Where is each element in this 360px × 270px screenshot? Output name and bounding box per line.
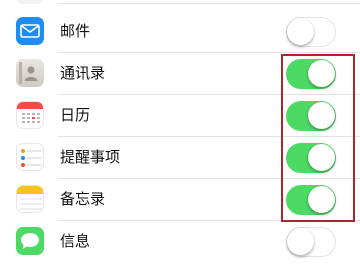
previous-row-partial bbox=[0, 0, 360, 4]
settings-row-messages[interactable]: 信息 bbox=[0, 220, 360, 262]
row-label: 信息 bbox=[60, 232, 91, 250]
calendar-icon bbox=[16, 101, 44, 129]
row-label: 日历 bbox=[60, 106, 91, 124]
reminders-icon bbox=[16, 143, 44, 171]
messages-icon bbox=[16, 227, 44, 255]
divider bbox=[58, 3, 360, 4]
messages-toggle[interactable] bbox=[286, 227, 336, 257]
toggle-knob bbox=[287, 228, 314, 255]
highlight-box bbox=[281, 54, 355, 222]
settings-row-mail[interactable]: 邮件 bbox=[0, 10, 360, 52]
notes-icon bbox=[16, 185, 44, 213]
contacts-icon bbox=[16, 59, 44, 87]
row-label: 通讯录 bbox=[60, 64, 106, 82]
mail-toggle[interactable] bbox=[286, 17, 336, 47]
row-label: 备忘录 bbox=[60, 190, 106, 208]
toggle-knob bbox=[287, 18, 314, 45]
row-label: 邮件 bbox=[60, 22, 91, 40]
partial-app-icon bbox=[16, 0, 44, 4]
row-label: 提醒事项 bbox=[60, 148, 121, 166]
mail-icon bbox=[16, 17, 44, 45]
